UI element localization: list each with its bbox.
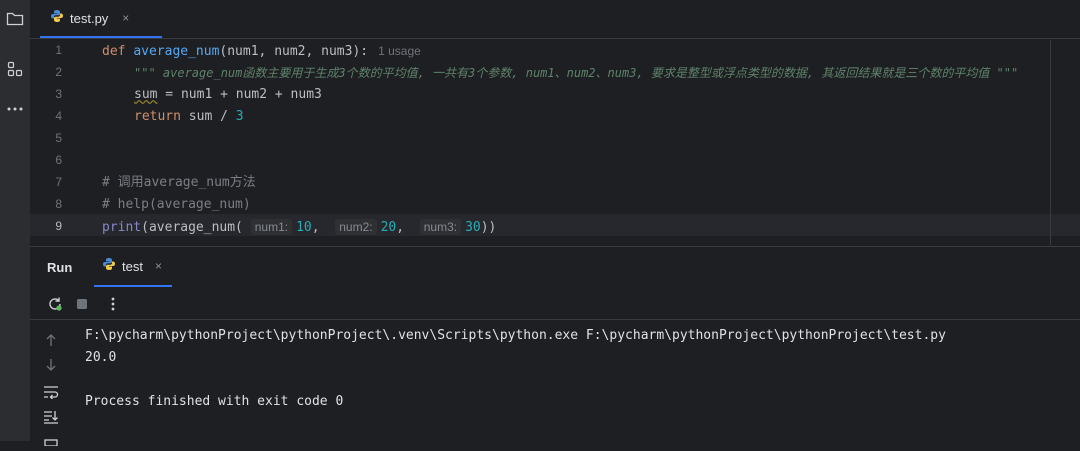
- rerun-icon[interactable]: [46, 295, 64, 313]
- builtin: print: [102, 220, 142, 235]
- number: 20: [380, 220, 397, 235]
- more-icon[interactable]: [6, 100, 24, 118]
- sum-variable: sum: [134, 87, 158, 102]
- line-number-current: 9: [55, 219, 62, 233]
- code-line-2: """ average_num函数主要用于生成3个数的平均值, 一共有3个参数,…: [134, 62, 1018, 84]
- line-number: 7: [55, 175, 62, 189]
- line-number: 1: [55, 43, 62, 57]
- arrow-up-icon[interactable]: [42, 331, 60, 349]
- python-file-icon: [50, 9, 64, 28]
- console-line: 20.0: [85, 350, 117, 365]
- expression: sum /: [180, 109, 236, 124]
- expression: = num1 + num2 + num3: [157, 87, 322, 102]
- code-line-8: # help(average_num): [102, 197, 251, 212]
- print-icon[interactable]: [42, 433, 60, 451]
- function-name: average_num: [133, 44, 220, 59]
- param-hint: num2:: [335, 219, 377, 235]
- usage-hint[interactable]: 1 usage: [378, 44, 421, 58]
- call-close: )): [480, 220, 497, 235]
- code-line-9: print(average_num( num1: 10, num2: 20, num…: [102, 216, 496, 238]
- console-line: Process finished with exit code 0: [85, 394, 344, 409]
- line-number: 4: [55, 109, 62, 123]
- line-number: 8: [55, 197, 62, 211]
- separator: ,: [311, 220, 336, 235]
- run-tab-test[interactable]: test ×: [94, 247, 172, 287]
- line-number: 6: [55, 153, 62, 167]
- tool-window-strip: [0, 0, 31, 441]
- console-output[interactable]: F:\pycharm\pythonProject\pythonProject\.…: [85, 325, 1080, 413]
- params: (num1, num2, num3):: [219, 44, 369, 59]
- param-hint: num3:: [419, 219, 462, 235]
- line-number: 2: [55, 65, 62, 79]
- close-tab-icon[interactable]: ×: [122, 11, 129, 25]
- separator: ,: [396, 220, 420, 235]
- console-line: F:\pycharm\pythonProject\pythonProject\.…: [85, 328, 946, 343]
- editor-tab-bar: test.py ×: [30, 0, 1080, 39]
- run-toolbar: [30, 289, 1080, 320]
- number: 30: [465, 220, 481, 235]
- stop-icon[interactable]: [73, 295, 91, 313]
- code-line-1: def average_num(num1, num2, num3): 1 usag…: [102, 40, 421, 62]
- folder-icon[interactable]: [6, 10, 24, 28]
- soft-wrap-icon[interactable]: [42, 383, 60, 401]
- code-line-7: # 调用average_num方法: [102, 175, 256, 190]
- line-number: 5: [55, 131, 62, 145]
- run-title: Run: [47, 260, 73, 275]
- code-line-4: return sum / 3: [134, 106, 244, 128]
- options-icon[interactable]: [104, 295, 122, 313]
- number: 3: [235, 109, 244, 124]
- run-panel: Run test × F:\pycharm\pythonProject\pyth…: [30, 246, 1080, 446]
- docstring: """ average_num函数主要用于生成3个数的平均值, 一共有3个参数,…: [134, 66, 1019, 80]
- arrow-down-icon[interactable]: [42, 356, 60, 374]
- line-number: 3: [55, 87, 62, 101]
- keyword: def: [102, 44, 126, 59]
- structure-icon[interactable]: [6, 60, 24, 78]
- tab-test-py[interactable]: test.py ×: [40, 0, 162, 38]
- run-header: Run test ×: [30, 247, 1080, 287]
- code-line-3: sum = num1 + num2 + num3: [134, 84, 322, 106]
- number: 10: [296, 220, 312, 235]
- param-hint: num1:: [250, 219, 293, 235]
- keyword: return: [134, 109, 181, 124]
- python-file-icon: [102, 257, 116, 276]
- right-margin-guide: [1050, 40, 1051, 245]
- scroll-to-end-icon[interactable]: [42, 408, 60, 426]
- call-open: (average_num(: [141, 220, 251, 235]
- run-tab-label: test: [122, 258, 143, 274]
- tab-label: test.py: [70, 10, 109, 26]
- close-tab-icon[interactable]: ×: [155, 259, 162, 273]
